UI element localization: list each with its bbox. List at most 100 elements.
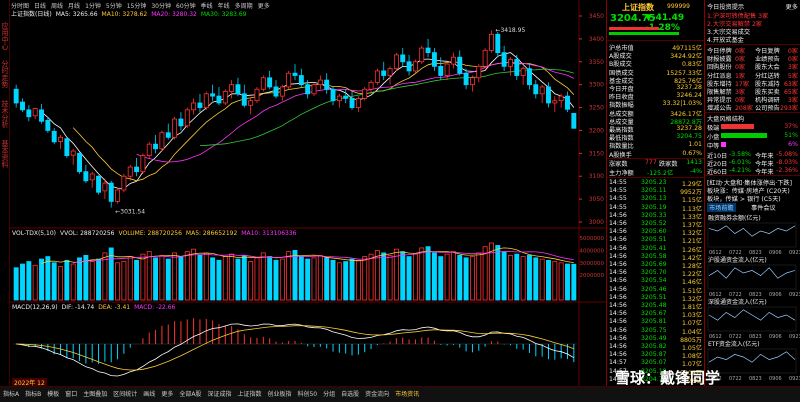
bottom-tab[interactable]: 窗口 (65, 389, 77, 398)
volume-bar (546, 259, 551, 301)
volume-bar (20, 263, 25, 301)
volume-bar (298, 256, 304, 301)
candle-body (565, 95, 570, 110)
style-section-title: 大盘风格结构 (707, 116, 745, 123)
news-3[interactable]: 板块，传媒 > 银行 (C5天) (707, 194, 781, 203)
tips-more-link[interactable]: 更多 (786, 2, 798, 11)
bottom-tab[interactable]: 创业板指 (267, 389, 291, 398)
bottom-tab[interactable]: 更多 (161, 389, 173, 398)
stat-value: 3237.28 (676, 125, 702, 132)
style-bar-row: 极端 37% (707, 123, 798, 132)
kline-chart-svg[interactable]: 3450 3400 3350 3300 3250 3200 3150 3100 3050 3000… (9, 0, 606, 386)
vvol-value: VVOL: 288720256 (60, 230, 115, 237)
tick-price: 3205.60 (641, 228, 667, 236)
candle-body (108, 182, 114, 202)
tick-time: 14:56 (609, 261, 627, 268)
tick-time: 14:55 (609, 179, 627, 186)
bottom-tab[interactable]: 区间统计 (113, 389, 137, 398)
volume-bar (203, 252, 209, 301)
ma5-value: MA5: 3265.66 (55, 11, 98, 18)
volume-bar (279, 258, 285, 301)
style-bar-label: 中等 (707, 143, 720, 150)
volume-bar (235, 258, 241, 301)
style-bar-label: 极端 (707, 125, 720, 132)
tick-time: 14:56 (609, 252, 627, 260)
volume-bar (159, 254, 165, 301)
tick-row: 14:56 3205.67 1.03亿 (609, 310, 702, 319)
tip-grid-row[interactable]: 财报披露 0家 业绩预告 0家 (707, 54, 798, 63)
bottom-tab[interactable]: 上证指数 (237, 389, 261, 398)
style-bar-pct: 6% (788, 141, 798, 148)
vtab-2[interactable]: 分时走势 (0, 60, 9, 88)
stat-value: 3237.28 (676, 84, 702, 91)
bottom-tab[interactable]: 全部A股 (179, 389, 201, 398)
tip-grid-row[interactable]: 增减公告 208家 公司预告 293家 (707, 103, 798, 112)
candle-body (431, 52, 437, 67)
price-axis-label: 3100 (589, 173, 604, 180)
tip-4[interactable]: 4.开放式基金 (707, 35, 744, 44)
candle-body (400, 54, 406, 63)
volume-bar (70, 263, 76, 301)
candle-body (77, 152, 82, 173)
tick-price: 3205.52 (641, 220, 667, 227)
candle-body (419, 47, 425, 63)
vtab-1[interactable]: 应用中心 (0, 22, 9, 50)
volume-bar (172, 252, 178, 301)
tick-time: 14:56 (609, 351, 627, 359)
tick-price: 3205.48 (641, 302, 667, 309)
volume-bar (248, 261, 254, 301)
chart-area[interactable]: 3450 3400 3350 3300 3250 3200 3150 3100 3050 3000… (9, 0, 607, 386)
ma10-value: MA10: 3278.62 (101, 11, 148, 18)
period-tab[interactable]: 更多 (258, 3, 270, 10)
bottom-tab[interactable]: 资金流向 (365, 389, 389, 398)
candle-body (558, 95, 564, 102)
candle-body (463, 72, 469, 86)
perf-cell: -2.36% (776, 167, 798, 174)
price-axis-label: 3450 (589, 13, 604, 20)
vtab-4[interactable]: 基本资料 (0, 140, 9, 168)
tip-grid-row[interactable]: 分红派息 1家 分红送转 5家 (707, 71, 798, 80)
candle-body (374, 70, 380, 83)
quote-stat-row: 今日开盘 3237.28 (609, 84, 702, 93)
bottom-tab[interactable]: 指标A (3, 389, 19, 398)
tip-grid-row[interactable]: 股东增持 17家 股东减持 63家 (707, 79, 798, 88)
dif-value: DIF: -14.74 (61, 304, 95, 311)
tick-row: 14:55 3205.11 9952万 (609, 187, 702, 196)
tick-row: 14:56 3205.49 8805万 (609, 335, 702, 344)
stat-value: 1.01 (688, 141, 702, 149)
candle-body (153, 143, 159, 150)
flow-label: 主力净额 (609, 170, 634, 177)
bottom-tab[interactable]: 科创50 (297, 389, 317, 398)
bottom-tab[interactable]: 分组 (323, 389, 335, 398)
tip-grid-row[interactable]: 回购股份 0家 股东大会 3家 (707, 62, 798, 71)
mini-chart-line (708, 309, 796, 321)
perf-cell: -8.03% (776, 159, 798, 166)
quote-stat-row: A股换手 0.67% (609, 150, 702, 159)
bottom-tab[interactable]: 主图叠加 (83, 389, 107, 398)
bottom-tab[interactable]: 市场资讯 (395, 389, 419, 398)
bottom-tab[interactable]: 模板 (47, 389, 59, 398)
tip-grid-row[interactable]: 异常提示 0家 机构调研 3家 (707, 95, 798, 104)
volume-bar (51, 262, 57, 301)
tip-grid-row[interactable]: 限售解禁 3家 股东买卖 65家 (707, 87, 798, 96)
volume-bar (349, 258, 355, 301)
tick-time: 14:55 (609, 195, 627, 203)
tab-events[interactable]: 事件会议 (751, 203, 776, 212)
volume-bar (292, 249, 298, 301)
volume-axis-label: 2000000 (580, 273, 605, 279)
candle-body (495, 33, 501, 54)
investment-tips-panel: 今日投资提示 更多 1.沪深可转债配售 3家 2.大宗交易解禁 2家 3.大宗交易… (705, 0, 800, 386)
tick-price: 3205.70 (641, 269, 667, 277)
bottom-tab[interactable]: 自选股 (341, 389, 359, 398)
bottom-tab[interactable]: 深证成指 (207, 389, 231, 398)
tick-row: 14:56 3205.46 1.51亿 (609, 286, 702, 295)
tip-grid-row[interactable]: 今日停牌 0家 今日复牌 0家 (707, 46, 798, 55)
tick-price: 3205.75 (641, 326, 667, 334)
bottom-tab[interactable]: 指标B (25, 389, 41, 398)
vtab-3[interactable]: 技术分析 (0, 100, 9, 128)
bottom-tab[interactable]: 画线 (143, 389, 155, 398)
kline-title: 上证指数(日线) (11, 11, 52, 18)
mini-chart-xlabel: 0823 (749, 250, 762, 256)
tick-time: 14:55 (609, 203, 627, 211)
tab-market-preview[interactable]: 市场前瞻 (707, 203, 736, 212)
